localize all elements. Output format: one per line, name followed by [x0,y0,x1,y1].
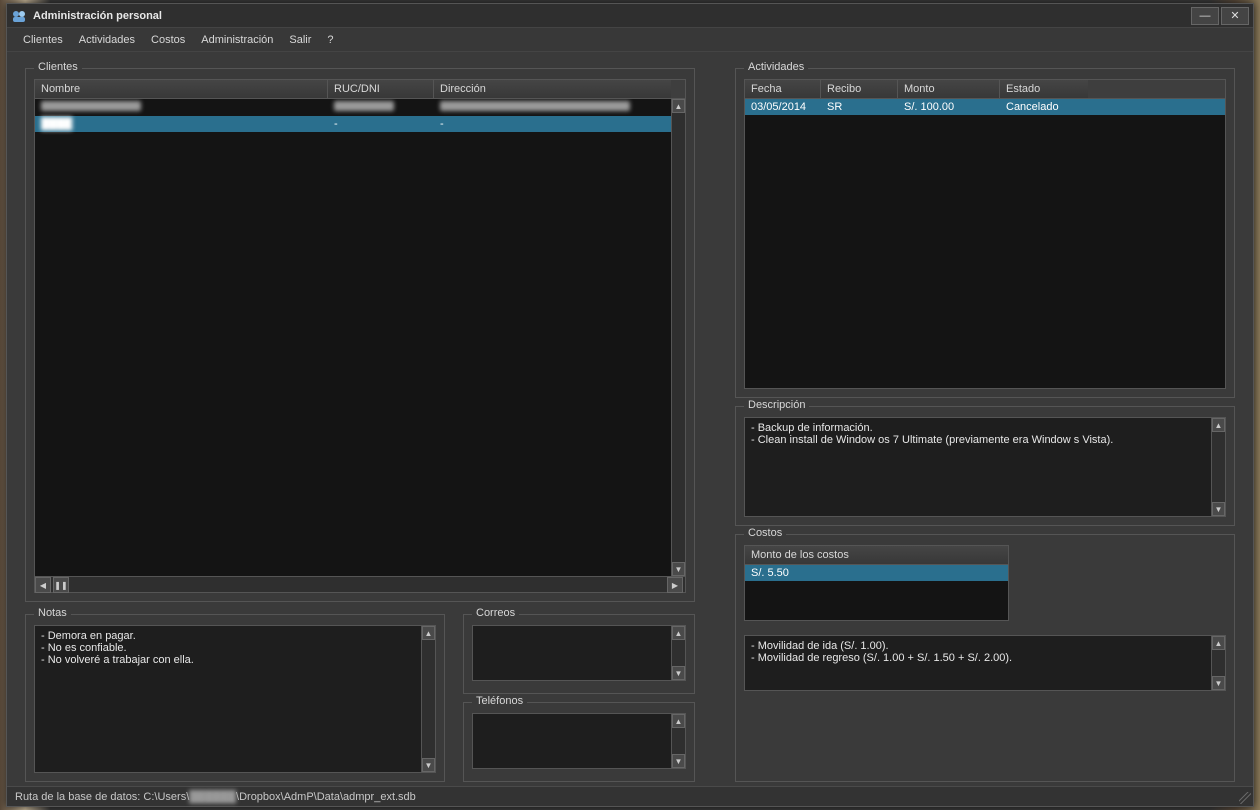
minimize-button[interactable]: — [1191,7,1219,25]
actividades-legend: Actividades [744,61,808,73]
clientes-row[interactable]: ████ - - [35,116,685,132]
scroll-down-icon[interactable]: ▼ [1212,676,1225,690]
descripcion-line: - Clean install de Window os 7 Ultimate … [751,434,1219,446]
clientes-legend: Clientes [34,61,82,73]
notas-line: - Demora en pagar. [41,630,429,642]
scroll-right-icon[interactable]: ▶ [667,577,683,593]
cell-monto: S/. 100.00 [898,99,1000,115]
clientes-row[interactable] [35,99,685,116]
notas-group: Notas - Demora en pagar. - No es confiab… [25,614,445,782]
menubar: Clientes Actividades Costos Administraci… [7,28,1253,52]
col-fecha[interactable]: Fecha [745,80,821,98]
scroll-down-icon[interactable]: ▼ [672,754,685,768]
actividades-header-row: Fecha Recibo Monto Estado [745,80,1225,99]
titlebar[interactable]: Administración personal — ✕ [7,4,1253,28]
costos-group: Costos Monto de los costos S/. 5.50 - Mo… [735,534,1235,782]
col-direccion[interactable]: Dirección [434,80,671,98]
costos-detail-line: - Movilidad de regreso (S/. 1.00 + S/. 1… [751,652,1219,664]
telefonos-textbox[interactable]: ▲ ▼ [472,713,686,769]
descripcion-line: - Backup de información. [751,422,1219,434]
costos-table[interactable]: Monto de los costos S/. 5.50 [744,545,1009,621]
clientes-group: Clientes Nombre RUC/DNI Dirección [25,68,695,602]
scroll-left-icon[interactable]: ◀ [35,577,51,593]
clientes-vscroll[interactable]: ▲ ▼ [671,99,685,576]
col-nombre[interactable]: Nombre [35,80,328,98]
cell-recibo: SR [821,99,898,115]
close-button[interactable]: ✕ [1221,7,1249,25]
notas-line: - No es confiable. [41,642,429,654]
status-prefix: Ruta de la base de datos: C:\Users\ [15,791,189,803]
cell-ruc: - [328,116,434,132]
scroll-down-icon[interactable]: ▼ [672,666,685,680]
notas-legend: Notas [34,607,71,619]
statusbar: Ruta de la base de datos: C:\Users\█████… [7,786,1253,806]
scroll-down-icon[interactable]: ▼ [422,758,435,772]
actividades-row[interactable]: 03/05/2014 SR S/. 100.00 Cancelado [745,99,1225,115]
actividades-body[interactable]: 03/05/2014 SR S/. 100.00 Cancelado [745,99,1225,388]
scroll-up-icon[interactable]: ▲ [1212,636,1225,650]
scroll-up-icon[interactable]: ▲ [672,626,685,640]
costos-detail-vscroll[interactable]: ▲ ▼ [1211,636,1225,690]
descripcion-vscroll[interactable]: ▲ ▼ [1211,418,1225,516]
correos-vscroll[interactable]: ▲ ▼ [671,626,685,680]
descripcion-textbox[interactable]: - Backup de información. - Clean install… [744,417,1226,517]
status-blurred: ██████ [189,791,236,803]
status-suffix: \Dropbox\AdmP\Data\admpr_ext.sdb [236,791,416,803]
menu-salir[interactable]: Salir [281,30,319,50]
col-rucdni[interactable]: RUC/DNI [328,80,434,98]
telefonos-group: Teléfonos ▲ ▼ [463,702,695,782]
notas-textbox[interactable]: - Demora en pagar. - No es confiable. - … [34,625,436,773]
content-area: Clientes Nombre RUC/DNI Dirección [7,52,1253,786]
left-column: Clientes Nombre RUC/DNI Dirección [25,60,695,782]
costos-header[interactable]: Monto de los costos [745,546,1008,565]
costos-detail[interactable]: - Movilidad de ida (S/. 1.00). - Movilid… [744,635,1226,691]
right-column: Actividades Fecha Recibo Monto Estado 03… [735,60,1235,782]
scroll-up-icon[interactable]: ▲ [1212,418,1225,432]
clientes-hscroll[interactable]: ◀ ❚❚ ▶ [35,576,685,592]
telefonos-vscroll[interactable]: ▲ ▼ [671,714,685,768]
correos-group: Correos ▲ ▼ [463,614,695,694]
costos-body[interactable]: S/. 5.50 [745,565,1008,620]
costos-row[interactable]: S/. 5.50 [745,565,1008,581]
clientes-table[interactable]: Nombre RUC/DNI Dirección ████ - [34,79,686,593]
scroll-down-icon[interactable]: ▼ [672,562,685,576]
cell-fecha: 03/05/2014 [745,99,821,115]
menu-help[interactable]: ? [319,30,341,50]
resize-grip-icon[interactable] [1239,792,1251,804]
cell-nombre: ████ [41,118,72,130]
scroll-up-icon[interactable]: ▲ [672,99,685,113]
scroll-up-icon[interactable]: ▲ [422,626,435,640]
col-monto[interactable]: Monto [898,80,1000,98]
left-bottom-row: Notas - Demora en pagar. - No es confiab… [25,606,695,782]
scroll-handle-icon[interactable]: ❚❚ [53,577,69,593]
app-icon [11,8,27,24]
descripcion-legend: Descripción [744,399,809,411]
notas-line: - No volveré a trabajar con ella. [41,654,429,666]
menu-costos[interactable]: Costos [143,30,193,50]
costos-detail-line: - Movilidad de ida (S/. 1.00). [751,640,1219,652]
notas-vscroll[interactable]: ▲ ▼ [421,626,435,772]
clientes-header-row: Nombre RUC/DNI Dirección [35,80,685,99]
actividades-table[interactable]: Fecha Recibo Monto Estado 03/05/2014 SR … [744,79,1226,389]
menu-administracion[interactable]: Administración [193,30,281,50]
correos-textbox[interactable]: ▲ ▼ [472,625,686,681]
cell-estado: Cancelado [1000,99,1088,115]
menu-actividades[interactable]: Actividades [71,30,143,50]
cell-direccion: - [434,116,685,132]
scroll-up-icon[interactable]: ▲ [672,714,685,728]
correos-legend: Correos [472,607,519,619]
descripcion-group: Descripción - Backup de información. - C… [735,406,1235,526]
menu-clientes[interactable]: Clientes [15,30,71,50]
app-window: Administración personal — ✕ Clientes Act… [6,3,1254,807]
costos-legend: Costos [744,527,786,539]
col-estado[interactable]: Estado [1000,80,1088,98]
clientes-body[interactable]: ████ - - ▲ ▼ [35,99,685,576]
scroll-down-icon[interactable]: ▼ [1212,502,1225,516]
cell-monto-costo: S/. 5.50 [745,565,1008,581]
actividades-group: Actividades Fecha Recibo Monto Estado 03… [735,68,1235,398]
col-recibo[interactable]: Recibo [821,80,898,98]
window-title: Administración personal [33,10,1189,22]
telefonos-legend: Teléfonos [472,695,527,707]
